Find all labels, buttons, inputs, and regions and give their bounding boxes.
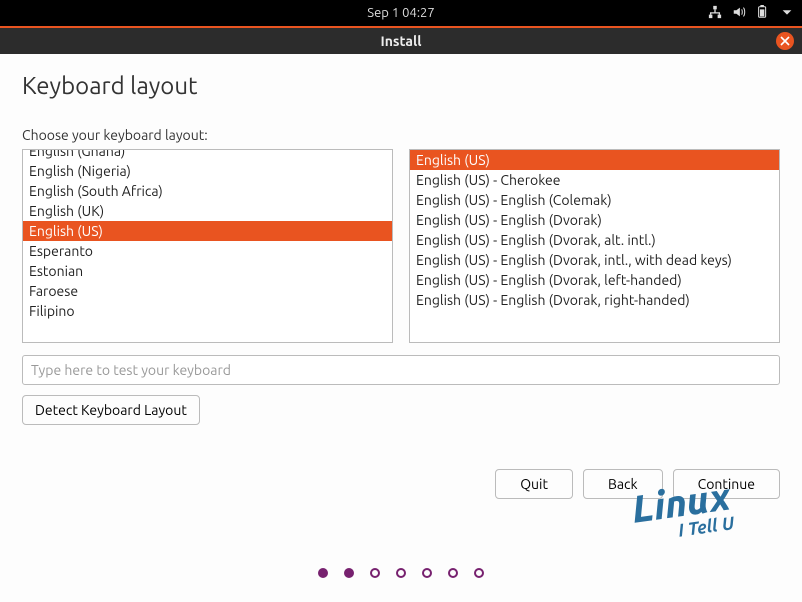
progress-dot (422, 568, 432, 578)
installer-content: Keyboard layout Choose your keyboard lay… (0, 54, 802, 602)
list-item[interactable]: Esperanto (23, 241, 392, 261)
list-item[interactable]: English (US) - English (Dvorak, left-han… (410, 270, 779, 290)
window-title: Install (381, 33, 422, 49)
progress-dot (370, 568, 380, 578)
list-item[interactable]: English (Nigeria) (23, 161, 392, 181)
detect-layout-button[interactable]: Detect Keyboard Layout (22, 395, 200, 425)
list-item[interactable]: English (South Africa) (23, 181, 392, 201)
list-item[interactable]: English (US) (410, 150, 779, 170)
progress-dot (474, 568, 484, 578)
volume-icon[interactable] (732, 5, 746, 22)
clock: Sep 1 04:27 (367, 6, 434, 20)
chevron-down-icon[interactable] (780, 5, 794, 22)
list-item[interactable]: English (US) (23, 221, 392, 241)
close-button[interactable] (776, 32, 794, 50)
list-item[interactable]: English (US) - English (Colemak) (410, 190, 779, 210)
list-item[interactable]: English (US) - English (Dvorak, right-ha… (410, 290, 779, 310)
keyboard-test-input[interactable] (22, 355, 780, 385)
layout-language-list[interactable]: English (Ghana)English (Nigeria)English … (22, 149, 393, 343)
page-title: Keyboard layout (22, 72, 780, 99)
back-button[interactable]: Back (583, 469, 663, 499)
progress-dot (318, 568, 328, 578)
progress-dot (448, 568, 458, 578)
layout-variant-list[interactable]: English (US)English (US) - CherokeeEngli… (409, 149, 780, 343)
progress-dot (396, 568, 406, 578)
list-item[interactable]: English (US) - English (Dvorak, intl., w… (410, 250, 779, 270)
progress-dots (318, 568, 484, 578)
list-item[interactable]: Faroese (23, 281, 392, 301)
list-item[interactable]: English (US) - English (Dvorak, alt. int… (410, 230, 779, 250)
window-titlebar: Install (0, 26, 802, 54)
network-icon[interactable] (708, 5, 722, 22)
instruction-label: Choose your keyboard layout: (22, 127, 780, 143)
progress-dot (344, 568, 354, 578)
battery-icon[interactable] (756, 5, 770, 22)
quit-button[interactable]: Quit (495, 469, 573, 499)
list-item[interactable]: Filipino (23, 301, 392, 321)
list-item[interactable]: English (Ghana) (23, 149, 392, 161)
continue-button[interactable]: Continue (673, 469, 780, 499)
list-item[interactable]: English (UK) (23, 201, 392, 221)
list-item[interactable]: English (US) - English (Dvorak) (410, 210, 779, 230)
list-item[interactable]: English (US) - Cherokee (410, 170, 779, 190)
system-top-bar: Sep 1 04:27 (0, 0, 802, 26)
list-item[interactable]: Estonian (23, 261, 392, 281)
